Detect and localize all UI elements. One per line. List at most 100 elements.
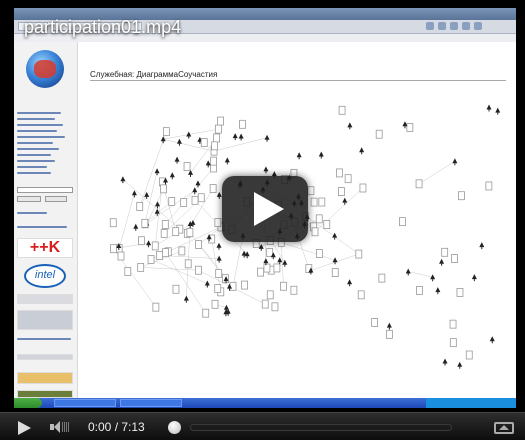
sponsor-logo [17,294,73,304]
graph-page-node [311,227,319,237]
graph-leaf-node [296,152,302,160]
title-divider [90,80,506,81]
graph-leaf-node [471,274,477,282]
graph-edge [408,271,433,278]
graph-page-node [449,338,457,348]
graph-page-node [160,229,168,238]
graph-leaf-node [241,250,247,258]
graph-page-node [331,268,339,277]
graph-page-node [261,299,269,309]
graph-leaf-node [192,187,198,195]
graph-leaf-node [155,201,161,209]
page-title: Служебная: ДиаграммаСоучастия [90,70,218,79]
current-time: 0:00 [88,420,112,434]
graph-page-node [162,248,169,258]
player-controls: 0:00 / 7:13 [0,412,525,440]
time-readout: 0:00 / 7:13 [88,420,145,434]
graph-page-node [211,141,218,151]
graph-page-node [263,263,271,273]
graph-page-node [271,302,279,312]
volume-icon[interactable] [48,420,72,434]
graph-page-node [124,266,132,276]
graph-page-node [151,241,159,251]
sponsor-logo [17,354,73,360]
graph-page-node [160,184,167,194]
duration: 7:13 [121,420,145,434]
youtube-watermark: YouTube [444,376,502,392]
graph-page-node [137,262,145,272]
graph-page-node [280,281,287,291]
fullscreen-icon[interactable] [494,422,514,434]
graph-leaf-node [160,136,166,144]
taskbar-item [120,399,182,407]
graph-page-node [290,285,298,295]
graph-leaf-node [282,259,288,267]
graph-page-node [359,183,367,193]
graph-edge [139,131,167,207]
graph-page-node [318,197,326,207]
graph-page-node [465,350,473,360]
graph-leaf-node [169,172,175,180]
video-player[interactable]: ++K intel Служебная: ДиаграммаСоучастия … [0,0,525,440]
nav-link [17,160,55,162]
graph-leaf-node [263,166,269,174]
graph-page-node [168,197,176,206]
nav-link [17,136,65,138]
graph-leaf-node [430,274,436,282]
graph-page-node [273,263,281,273]
graph-leaf-node [332,232,338,240]
graph-leaf-node [386,322,392,330]
graph-page-node [449,319,457,329]
graph-page-node [310,197,318,207]
graph-leaf-node [486,104,492,112]
nav-link [17,166,47,168]
play-icon[interactable] [18,421,31,435]
browser-icon [474,22,482,30]
time-separator: / [111,420,122,434]
graph-leaf-node [216,242,222,250]
graph-edge [163,128,219,140]
graph-page-node [385,329,393,339]
graph-leaf-node [332,257,338,265]
graph-page-node [186,228,194,237]
graph-page-node [141,218,149,228]
graph-page-node [344,174,352,184]
graph-page-node [147,255,155,264]
graph-page-node [136,202,144,211]
graph-edge [281,242,336,261]
graph-page-node [172,227,180,237]
graph-page-node [456,288,464,297]
graph-page-node [109,218,117,228]
big-play-button[interactable] [222,176,308,242]
graph-leaf-node [347,122,353,130]
sponsor-logo [17,372,73,384]
graph-page-node [266,290,274,300]
graph-leaf-node [342,197,348,205]
graph-leaf-node [216,255,222,263]
graph-page-node [214,218,222,227]
graph-page-node [210,156,217,166]
graph-leaf-node [495,107,501,115]
graph-page-node [241,280,248,290]
graph-leaf-node [359,147,365,155]
graph-page-node [239,119,246,129]
graph-page-node [441,247,449,257]
graph-page-node [197,193,205,203]
graph-page-node [336,168,343,178]
graph-page-node [195,265,202,275]
graph-leaf-node [146,240,152,248]
progress-bar[interactable] [190,424,452,431]
graph-page-node [485,181,493,191]
speaker-cone [54,421,60,433]
graph-leaf-node [318,151,324,159]
graph-edge [418,161,455,184]
graph-page-node [180,198,188,207]
nav-link [17,124,63,126]
graph-page-node [337,187,345,196]
scrubber-knob[interactable] [168,421,181,434]
graph-page-node [195,240,203,249]
sponsor-logo-intel: intel [24,264,66,288]
search-button [17,196,41,202]
nav-link [17,226,67,228]
graph-page-node [257,267,265,277]
